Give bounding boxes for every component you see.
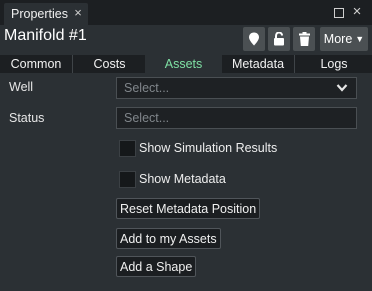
tab-assets[interactable]: Assets xyxy=(145,55,222,73)
tab-label: Common xyxy=(10,57,62,71)
tab-metadata[interactable]: Metadata xyxy=(222,55,294,73)
well-select-placeholder: Select... xyxy=(124,81,170,95)
status-input[interactable]: Select... xyxy=(116,107,357,129)
more-label: More xyxy=(323,32,353,46)
lock-button[interactable] xyxy=(268,27,290,51)
chevron-down-icon xyxy=(336,84,348,92)
panel-tab-label: Properties xyxy=(11,7,68,21)
close-icon[interactable]: × xyxy=(72,6,84,19)
show-metadata-option[interactable]: Show Metadata xyxy=(119,169,226,189)
tab-label: Assets xyxy=(164,57,203,71)
status-label: Status xyxy=(9,111,45,125)
page-title: Manifold #1 xyxy=(4,27,87,44)
properties-header: Manifold #1 More ▼ xyxy=(0,25,372,52)
tab-bar: Common Costs Assets Metadata Logs xyxy=(0,55,372,73)
show-simulation-results-label: Show Simulation Results xyxy=(139,141,278,155)
tab-label: Costs xyxy=(93,57,126,71)
show-simulation-results-option[interactable]: Show Simulation Results xyxy=(119,138,277,158)
well-label: Well xyxy=(9,80,34,94)
show-metadata-checkbox[interactable] xyxy=(119,170,136,188)
unlock-icon xyxy=(274,32,284,46)
more-dropdown-button[interactable]: More ▼ xyxy=(320,27,368,51)
well-select[interactable]: Select... xyxy=(116,77,357,99)
tab-label: Metadata xyxy=(231,57,285,71)
window-title-bar: Properties × × xyxy=(0,0,372,25)
show-simulation-results-checkbox[interactable] xyxy=(119,139,136,157)
status-input-placeholder: Select... xyxy=(124,111,170,125)
window-close-icon[interactable]: × xyxy=(350,4,364,19)
add-a-shape-button[interactable]: Add a Shape xyxy=(116,256,197,277)
add-to-my-assets-button[interactable]: Add to my Assets xyxy=(116,228,221,249)
show-metadata-label: Show Metadata xyxy=(139,172,226,186)
tab-label: Logs xyxy=(320,57,348,71)
tab-common[interactable]: Common xyxy=(0,55,72,73)
delete-button[interactable] xyxy=(293,27,315,51)
caret-down-icon: ▼ xyxy=(355,34,365,44)
tab-logs[interactable]: Logs xyxy=(294,55,372,73)
trash-icon xyxy=(298,32,310,46)
map-pin-icon xyxy=(249,32,259,46)
maximize-icon[interactable] xyxy=(334,8,344,18)
reset-metadata-position-button[interactable]: Reset Metadata Position xyxy=(116,198,261,219)
properties-panel-tab[interactable]: Properties × xyxy=(4,3,88,25)
tab-costs[interactable]: Costs xyxy=(72,55,146,73)
pin-button[interactable] xyxy=(243,27,265,51)
